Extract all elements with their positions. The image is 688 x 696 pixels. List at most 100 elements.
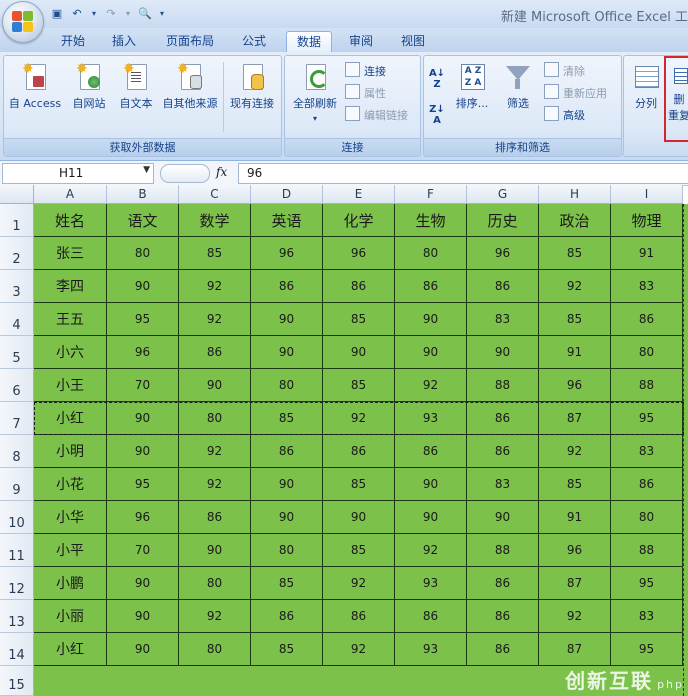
score-cell[interactable]: 95	[107, 468, 179, 501]
tab-home[interactable]: 开始	[52, 31, 94, 52]
score-cell[interactable]: 80	[179, 567, 251, 600]
score-cell[interactable]: 80	[611, 501, 683, 534]
header-cell[interactable]: 化学	[323, 204, 395, 237]
score-cell[interactable]: 80	[611, 336, 683, 369]
score-cell[interactable]: 80	[179, 402, 251, 435]
tab-review[interactable]: 审阅	[340, 31, 382, 52]
tab-insert[interactable]: 插入	[102, 31, 146, 52]
score-cell[interactable]: 80	[107, 237, 179, 270]
score-cell[interactable]: 87	[539, 633, 611, 666]
column-header-a[interactable]: A	[34, 185, 107, 204]
advanced-button[interactable]: 高级	[544, 106, 585, 124]
score-cell[interactable]: 95	[611, 633, 683, 666]
score-cell[interactable]: 70	[107, 369, 179, 402]
from-text-button[interactable]: ✸ 自文本	[114, 62, 158, 111]
score-cell[interactable]: 90	[251, 336, 323, 369]
sort-button[interactable]: A ZZ A 排序...	[452, 62, 492, 111]
score-cell[interactable]: 96	[107, 336, 179, 369]
score-cell[interactable]: 87	[539, 567, 611, 600]
row-header-11[interactable]: 11	[0, 534, 34, 567]
column-header-b[interactable]: B	[107, 185, 179, 204]
header-cell[interactable]: 历史	[467, 204, 539, 237]
name-box-dropdown-icon[interactable]: ▼	[143, 165, 150, 175]
score-cell[interactable]: 95	[611, 402, 683, 435]
score-cell[interactable]: 83	[467, 303, 539, 336]
name-cell[interactable]: 小红	[34, 402, 107, 435]
header-cell[interactable]: 物理	[611, 204, 683, 237]
score-cell[interactable]: 90	[251, 303, 323, 336]
row-header-14[interactable]: 14	[0, 633, 34, 666]
score-cell[interactable]: 90	[179, 534, 251, 567]
column-header-i[interactable]: I	[611, 185, 683, 204]
score-cell[interactable]: 85	[539, 303, 611, 336]
text-to-columns-button[interactable]: 分列	[627, 62, 665, 111]
undo-dropdown-icon[interactable]: ▾	[90, 7, 98, 21]
score-cell[interactable]: 93	[395, 402, 467, 435]
score-cell[interactable]: 92	[323, 402, 395, 435]
print-preview-icon[interactable]: 🔍	[138, 7, 152, 21]
score-cell[interactable]: 92	[179, 303, 251, 336]
score-cell[interactable]: 85	[323, 369, 395, 402]
score-cell[interactable]: 91	[539, 336, 611, 369]
score-cell[interactable]: 80	[395, 237, 467, 270]
from-access-button[interactable]: ✸ 自 Access	[7, 62, 63, 111]
score-cell[interactable]: 90	[107, 435, 179, 468]
score-cell[interactable]: 86	[467, 270, 539, 303]
row-header-6[interactable]: 6	[0, 369, 34, 402]
score-cell[interactable]: 92	[395, 369, 467, 402]
score-cell[interactable]: 86	[395, 435, 467, 468]
score-cell[interactable]: 86	[323, 600, 395, 633]
column-header-f[interactable]: F	[395, 185, 467, 204]
header-cell[interactable]: 姓名	[34, 204, 107, 237]
score-cell[interactable]: 90	[395, 336, 467, 369]
score-cell[interactable]: 86	[251, 600, 323, 633]
score-cell[interactable]: 86	[251, 435, 323, 468]
existing-connections-button[interactable]: 现有连接	[226, 62, 278, 111]
tab-formulas[interactable]: 公式	[232, 31, 276, 52]
save-icon[interactable]: ▣	[50, 7, 64, 21]
tab-view[interactable]: 视图	[392, 31, 434, 52]
score-cell[interactable]: 92	[179, 468, 251, 501]
name-cell[interactable]: 王五	[34, 303, 107, 336]
score-cell[interactable]: 93	[395, 633, 467, 666]
score-cell[interactable]: 92	[539, 270, 611, 303]
score-cell[interactable]: 96	[539, 369, 611, 402]
score-cell[interactable]: 91	[611, 237, 683, 270]
score-cell[interactable]: 90	[179, 369, 251, 402]
row-header-15[interactable]: 15	[0, 666, 34, 696]
score-cell[interactable]: 88	[611, 534, 683, 567]
header-cell[interactable]: 生物	[395, 204, 467, 237]
remove-duplicates-button[interactable]: 删重复	[664, 56, 688, 142]
tab-data[interactable]: 数据	[286, 31, 332, 53]
row-header-13[interactable]: 13	[0, 600, 34, 633]
score-cell[interactable]: 95	[611, 567, 683, 600]
name-cell[interactable]: 小鹏	[34, 567, 107, 600]
name-box[interactable]: H11 ▼	[2, 163, 154, 184]
score-cell[interactable]: 90	[107, 633, 179, 666]
sheet-grid[interactable]: 姓名 语文 数学 英语 化学 生物 历史 政治 物理 张三 80 85 96 96 80 96 85 91 李四 90…	[34, 204, 688, 696]
score-cell[interactable]: 92	[323, 567, 395, 600]
select-all-corner[interactable]	[0, 185, 34, 204]
customize-icon[interactable]: ▾	[158, 7, 166, 21]
score-cell[interactable]: 90	[467, 501, 539, 534]
row-header-7[interactable]: 7	[0, 402, 34, 435]
score-cell[interactable]: 92	[323, 633, 395, 666]
name-cell[interactable]: 张三	[34, 237, 107, 270]
score-cell[interactable]: 83	[611, 600, 683, 633]
score-cell[interactable]: 85	[323, 468, 395, 501]
header-cell[interactable]: 语文	[107, 204, 179, 237]
column-header-c[interactable]: C	[179, 185, 251, 204]
score-cell[interactable]: 92	[539, 435, 611, 468]
redo-dropdown-icon[interactable]: ▾	[124, 7, 132, 21]
score-cell[interactable]: 92	[395, 534, 467, 567]
column-header-e[interactable]: E	[323, 185, 395, 204]
header-cell[interactable]: 英语	[251, 204, 323, 237]
score-cell[interactable]: 90	[323, 336, 395, 369]
score-cell[interactable]: 85	[179, 237, 251, 270]
refresh-dropdown-icon[interactable]: ▾	[313, 114, 317, 123]
score-cell[interactable]: 90	[107, 600, 179, 633]
score-cell[interactable]: 80	[179, 633, 251, 666]
score-cell[interactable]: 88	[611, 369, 683, 402]
score-cell[interactable]: 86	[467, 633, 539, 666]
row-header-9[interactable]: 9	[0, 468, 34, 501]
